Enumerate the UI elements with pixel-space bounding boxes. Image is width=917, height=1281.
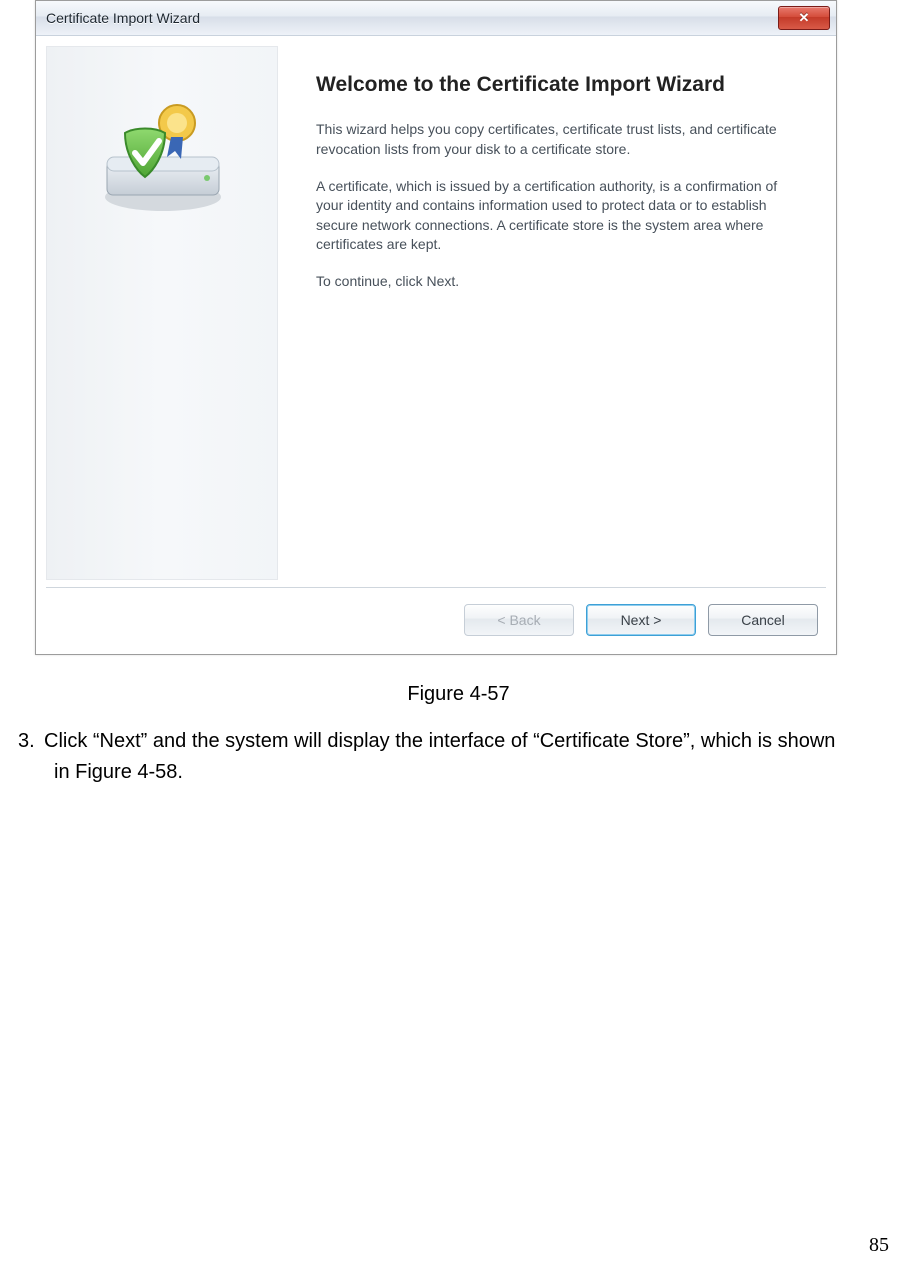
wizard-side-panel <box>46 46 278 580</box>
figure-caption: Figure 4-57 <box>10 683 907 706</box>
wizard-content: Welcome to the Certificate Import Wizard… <box>286 42 836 587</box>
wizard-heading: Welcome to the Certificate Import Wizard <box>316 72 806 98</box>
cancel-button-label: Cancel <box>741 612 785 628</box>
dialog-title: Certificate Import Wizard <box>46 10 200 26</box>
wizard-paragraph-1: This wizard helps you copy certificates,… <box>316 120 806 159</box>
cancel-button[interactable]: Cancel <box>708 604 818 636</box>
step-text-line1: Click “Next” and the system will display… <box>44 730 835 752</box>
step-line-1: 3.Click “Next” and the system will displ… <box>18 726 899 757</box>
wizard-paragraph-2: A certificate, which is issued by a cert… <box>316 177 806 254</box>
next-button-label: Next > <box>621 612 662 628</box>
close-button[interactable]: ✕ <box>778 6 830 30</box>
page-number: 85 <box>869 1234 889 1257</box>
certificate-import-wizard-dialog: Certificate Import Wizard ✕ <box>35 0 837 655</box>
next-button[interactable]: Next > <box>586 604 696 636</box>
certificate-drive-icon <box>85 87 235 227</box>
instruction-step-3: 3.Click “Next” and the system will displ… <box>18 726 899 788</box>
step-text-line2: in Figure 4-58. <box>18 757 899 788</box>
back-button[interactable]: < Back <box>464 604 574 636</box>
document-page: Certificate Import Wizard ✕ <box>0 0 917 1281</box>
dialog-body: Welcome to the Certificate Import Wizard… <box>36 36 836 587</box>
step-number: 3. <box>18 726 44 757</box>
wizard-paragraph-3: To continue, click Next. <box>316 272 806 291</box>
dialog-button-row: < Back Next > Cancel <box>36 588 836 654</box>
dialog-titlebar: Certificate Import Wizard ✕ <box>36 1 836 36</box>
back-button-label: < Back <box>497 612 540 628</box>
close-icon: ✕ <box>799 10 810 26</box>
